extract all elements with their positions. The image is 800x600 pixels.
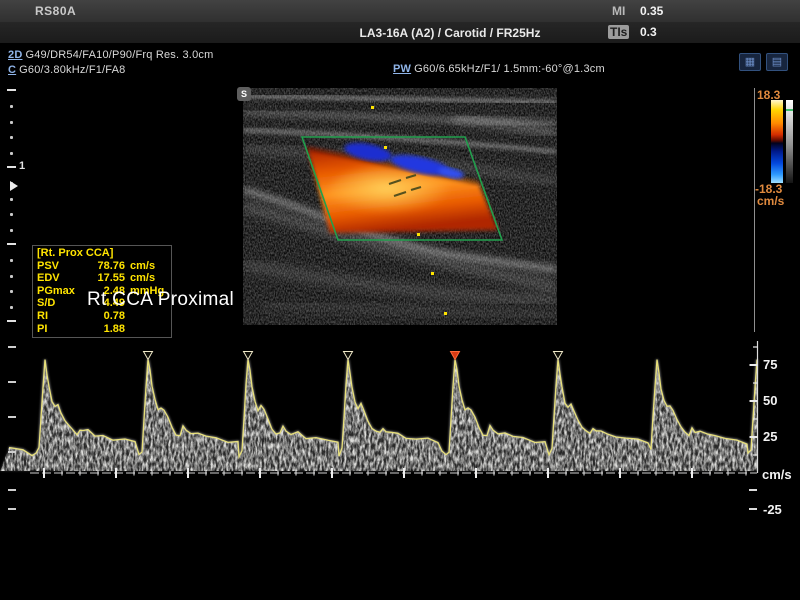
mi-value: 0.35 [640, 4, 663, 18]
grayscale-bar [786, 100, 793, 183]
color-mode-text: G60/3.80kHz/F1/FA8 [19, 64, 125, 76]
color-mode-button[interactable]: C [8, 64, 16, 76]
spectral-doppler: 75 50 25 cm/s -25 [0, 330, 800, 540]
tis-label: TIs [608, 25, 629, 39]
b-mode-params: 2DG49/DR54/FA10/P90/Frq Res. 3.0cm [8, 49, 213, 61]
depth-1cm-label: 1 [19, 160, 25, 172]
focus-marker-icon[interactable] [10, 181, 18, 191]
measurement-row: EDV17.55cm/s [37, 272, 167, 285]
image-area-divider [754, 88, 755, 332]
scale-25: 25 [763, 429, 777, 444]
pw-mode-button[interactable]: PW [393, 63, 411, 75]
orientation-marker: S [237, 87, 251, 101]
measurement-row: PSV78.76cm/s [37, 260, 167, 273]
header-bar-top [0, 0, 800, 22]
pw-mode-text: G60/6.65kHz/F1/ 1.5mm:-60°@1.3cm [414, 63, 605, 75]
b-mode-text: G49/DR54/FA10/P90/Frq Res. 3.0cm [25, 49, 213, 61]
color-scale-unit: cm/s [757, 194, 784, 208]
scale-75: 75 [763, 357, 777, 372]
scale-50: 50 [763, 393, 777, 408]
machine-model: RS80A [35, 4, 76, 18]
scale-neg25: -25 [763, 502, 782, 517]
tis-value: 0.3 [640, 25, 657, 39]
velocity-scale-labels: 75 50 25 cm/s -25 [762, 357, 792, 517]
mi-label: MI [612, 4, 625, 18]
probe-preset-label[interactable]: LA3-16A (A2) / Carotid / FR25Hz [300, 26, 600, 40]
clip-store-icon[interactable]: ▦ [739, 53, 761, 71]
spectral-axes [8, 341, 758, 509]
color-doppler-bar [771, 100, 783, 183]
measurement-row: RI0.78 [37, 310, 167, 323]
b-mode-button[interactable]: 2D [8, 49, 22, 61]
annotation-text[interactable]: Rt CCA Proximal [87, 289, 234, 311]
gray-map-marker [786, 109, 793, 111]
b-mode-image [243, 88, 557, 325]
ultrasound-screen: RS80A LA3-16A (A2) / Carotid / FR25Hz MI… [0, 0, 800, 600]
pw-mode-params: PWG60/6.65kHz/F1/ 1.5mm:-60°@1.3cm [393, 63, 605, 75]
scale-unit: cm/s [762, 467, 792, 482]
image-store-icon[interactable]: ▤ [766, 53, 788, 71]
color-mode-params: CG60/3.80kHz/F1/FA8 [8, 64, 125, 76]
measurement-title: [Rt. Prox CCA] [37, 247, 167, 260]
spectral-waveform [0, 352, 758, 472]
